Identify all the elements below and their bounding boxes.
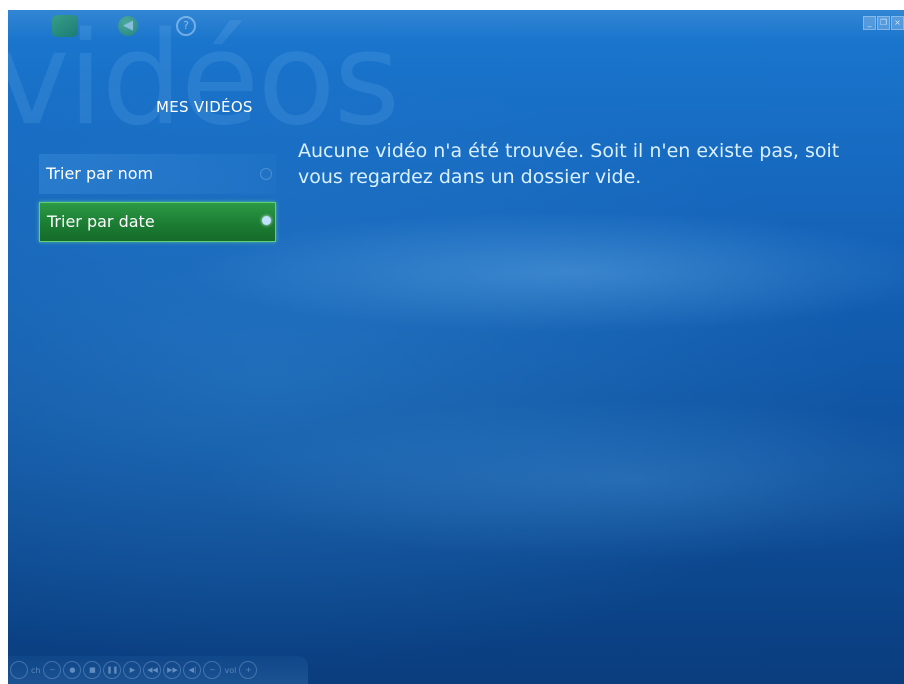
restore-button[interactable]: ❐: [877, 16, 890, 30]
empty-folder-message: Aucune vidéo n'a été trouvée. Soit il n'…: [298, 140, 840, 188]
minimize-button[interactable]: _: [863, 16, 876, 30]
back-icon[interactable]: ◀: [118, 16, 138, 36]
channel-down-icon[interactable]: −: [43, 661, 62, 679]
sort-by-date-button[interactable]: Trier par date: [39, 202, 276, 242]
radio-unselected-icon: [260, 168, 272, 180]
media-center-logo-icon[interactable]: [52, 15, 78, 37]
help-icon[interactable]: ?: [176, 16, 196, 36]
volume-down-icon[interactable]: −: [203, 661, 222, 679]
play-icon[interactable]: ▶: [123, 661, 142, 679]
transport-controls: ch − ● ■ ❚❚ ▶ ◀◀ ▶▶ ◀| − vol +: [8, 656, 308, 684]
close-button[interactable]: ×: [891, 16, 904, 30]
sort-by-name-label: Trier par nom: [46, 164, 154, 183]
volume-up-icon[interactable]: +: [239, 661, 258, 679]
window-controls: _ ❐ ×: [863, 16, 904, 30]
sort-by-date-label: Trier par date: [47, 212, 155, 231]
rewind-icon[interactable]: ◀◀: [143, 661, 162, 679]
volume-label: vol: [224, 665, 237, 675]
pause-icon[interactable]: ❚❚: [103, 661, 122, 679]
sort-by-name-button[interactable]: Trier par nom: [39, 154, 276, 194]
record-icon[interactable]: ●: [63, 661, 82, 679]
mute-icon[interactable]: [10, 661, 28, 679]
channel-label: ch: [31, 665, 41, 675]
skip-back-icon[interactable]: ◀|: [183, 661, 202, 679]
stop-icon[interactable]: ■: [83, 661, 102, 679]
media-center-window: vidéos ◀ ? _ ❐ × MES VIDÉOS Trier par no…: [8, 10, 904, 684]
top-bar: ◀ ? _ ❐ ×: [8, 10, 904, 40]
fast-forward-icon[interactable]: ▶▶: [163, 661, 182, 679]
page-title: MES VIDÉOS: [156, 98, 253, 116]
radio-selected-icon: [262, 216, 271, 225]
